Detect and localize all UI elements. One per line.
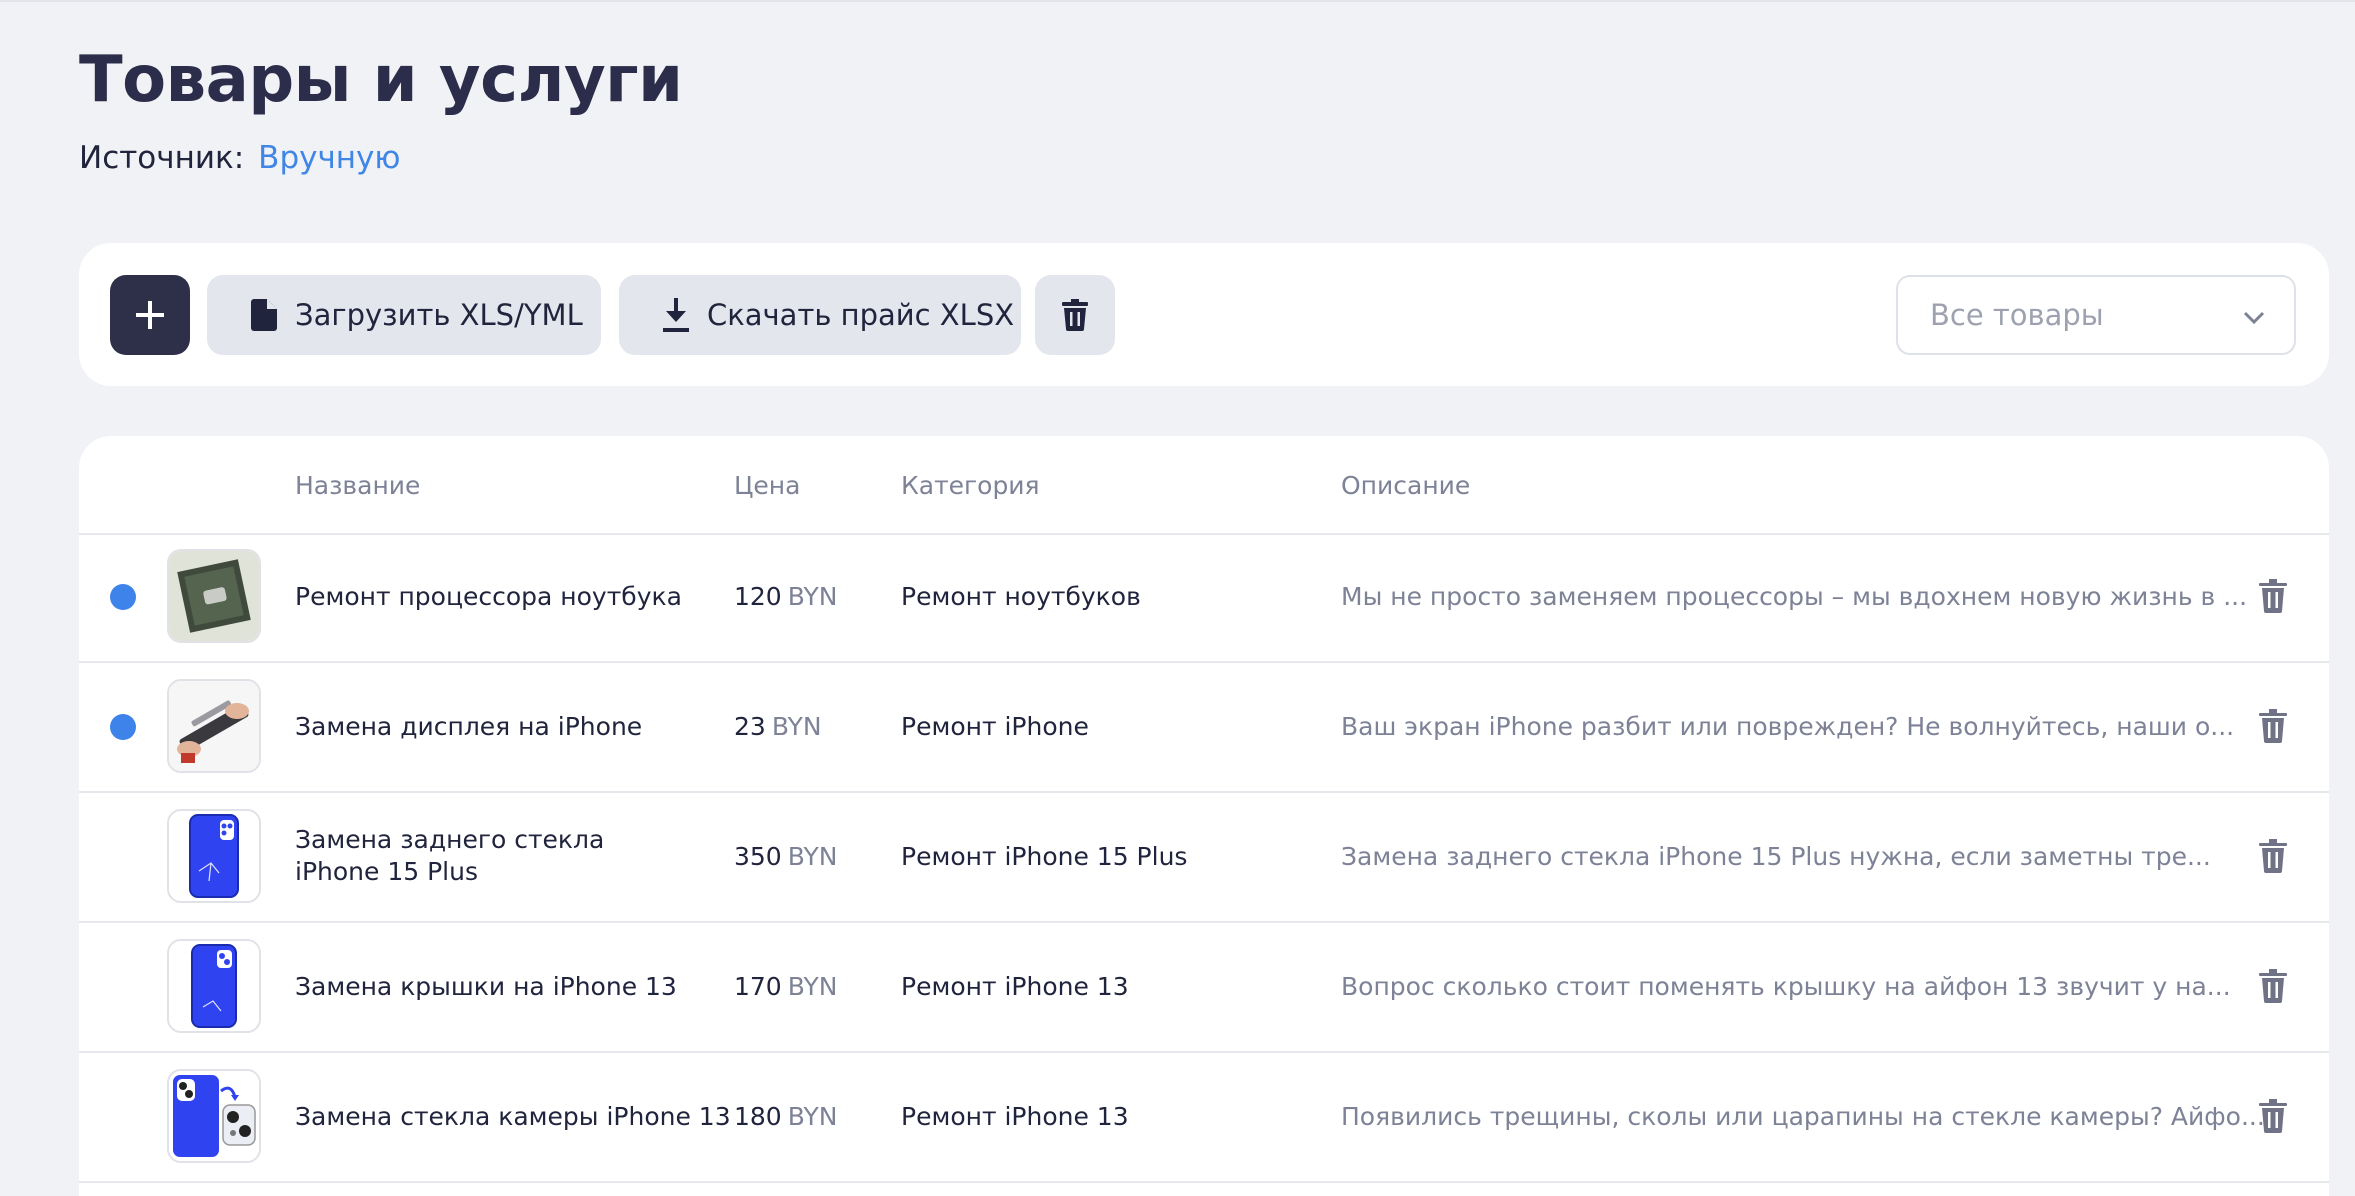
chevron-down-icon <box>2243 311 2265 325</box>
page-title: Товары и услуги <box>79 43 683 117</box>
price-value: 350 <box>734 842 782 871</box>
column-header-description: Описание <box>1341 471 1471 500</box>
selected-indicator[interactable] <box>110 584 136 610</box>
product-name: Замена крышки на iPhone 13 <box>295 972 677 1001</box>
download-label: Скачать прайс XLSX <box>707 298 1015 332</box>
price-value: 180 <box>734 1102 782 1131</box>
product-name: Замена дисплея на iPhone <box>295 712 643 741</box>
download-xlsx-button[interactable]: Скачать прайс XLSX <box>619 275 1021 355</box>
product-category: Ремонт iPhone 13 <box>901 972 1129 1001</box>
selected-indicator[interactable] <box>110 714 136 740</box>
iphone-back-glass-image <box>169 811 259 901</box>
price-currency: BYN <box>787 842 838 871</box>
product-thumbnail <box>167 939 261 1033</box>
source-value-link[interactable]: Вручную <box>258 140 400 176</box>
table-row[interactable]: Замена крышки на iPhone 13 170 BYN Ремонт… <box>79 923 2329 1053</box>
iphone-display-repair-image <box>169 681 259 771</box>
product-description: Ваш экран iPhone разбит или поврежден? Н… <box>1341 712 2235 741</box>
download-icon <box>663 298 689 332</box>
product-description: Появились трещины, сколы или царапины на… <box>1341 1102 2265 1131</box>
product-thumbnail <box>167 809 261 903</box>
price-value: 120 <box>734 582 782 611</box>
add-item-button[interactable] <box>110 275 190 355</box>
table-row[interactable]: Замена дисплея на iPhone 23 BYN Ремонт iP… <box>79 663 2329 793</box>
source-line: Источник: Вручную <box>79 138 401 178</box>
column-header-name: Название <box>295 471 421 500</box>
table-row[interactable]: Замена стекла камеры iPhone 13 180 BYN Ре… <box>79 1053 2329 1183</box>
product-price: 23 BYN <box>734 711 822 743</box>
table-row[interactable]: Замена заднего стекла iPhone 15 Plus 350… <box>79 793 2329 923</box>
filter-value: Все товары <box>1930 298 2104 332</box>
delete-selected-button[interactable] <box>1035 275 1115 355</box>
trash-icon[interactable] <box>2259 839 2287 873</box>
product-price: 180 BYN <box>734 1101 837 1133</box>
product-category: Ремонт ноутбуков <box>901 582 1141 611</box>
product-thumbnail <box>167 549 261 643</box>
product-name: Ремонт процессора ноутбука <box>295 582 682 611</box>
price-currency: BYN <box>787 1102 838 1131</box>
upload-label: Загрузить XLS/YML <box>295 298 583 332</box>
product-thumbnail <box>167 679 261 773</box>
product-price: 120 BYN <box>734 581 837 613</box>
trash-icon[interactable] <box>2259 1099 2287 1133</box>
table-header: Название Цена Категория Описание <box>79 436 2329 535</box>
trash-icon[interactable] <box>2259 969 2287 1003</box>
trash-icon <box>1062 299 1088 331</box>
top-divider <box>0 0 2355 2</box>
product-thumbnail <box>167 1069 261 1163</box>
plus-icon <box>136 301 164 329</box>
price-value: 23 <box>734 712 766 741</box>
column-header-category: Категория <box>901 471 1040 500</box>
price-value: 170 <box>734 972 782 1001</box>
file-icon <box>251 299 277 331</box>
product-description: Мы не просто заменяем процессоры – мы вд… <box>1341 582 2248 611</box>
iphone-back-cover-image <box>169 941 259 1031</box>
product-description: Вопрос сколько стоит поменять крышку на … <box>1341 972 2231 1001</box>
trash-icon[interactable] <box>2259 709 2287 743</box>
upload-xls-button[interactable]: Загрузить XLS/YML <box>207 275 601 355</box>
price-currency: BYN <box>771 712 822 741</box>
processor-chip-image <box>169 551 259 641</box>
product-name: Замена стекла камеры iPhone 13 <box>295 1102 731 1131</box>
price-currency: BYN <box>787 972 838 1001</box>
product-category: Ремонт iPhone <box>901 712 1089 741</box>
product-category: Ремонт iPhone 15 Plus <box>901 842 1188 871</box>
product-category: Ремонт iPhone 13 <box>901 1102 1129 1131</box>
product-name: Замена заднего стекла iPhone 15 Plus <box>295 825 605 886</box>
products-table: Название Цена Категория Описание Ремонт … <box>79 436 2329 1196</box>
trash-icon[interactable] <box>2259 579 2287 613</box>
column-header-price: Цена <box>734 471 801 500</box>
product-price: 350 BYN <box>734 841 837 873</box>
product-description: Замена заднего стекла iPhone 15 Plus нуж… <box>1341 842 2211 871</box>
toolbar: Загрузить XLS/YML Скачать прайс XLSX Все… <box>79 243 2329 386</box>
table-row[interactable]: Ремонт процессора ноутбука 120 BYN Ремонт… <box>79 533 2329 663</box>
product-price: 170 BYN <box>734 971 837 1003</box>
category-filter-select[interactable]: Все товары <box>1896 275 2296 355</box>
price-currency: BYN <box>787 582 838 611</box>
source-label: Источник: <box>79 140 245 176</box>
iphone-camera-glass-image <box>169 1071 259 1161</box>
